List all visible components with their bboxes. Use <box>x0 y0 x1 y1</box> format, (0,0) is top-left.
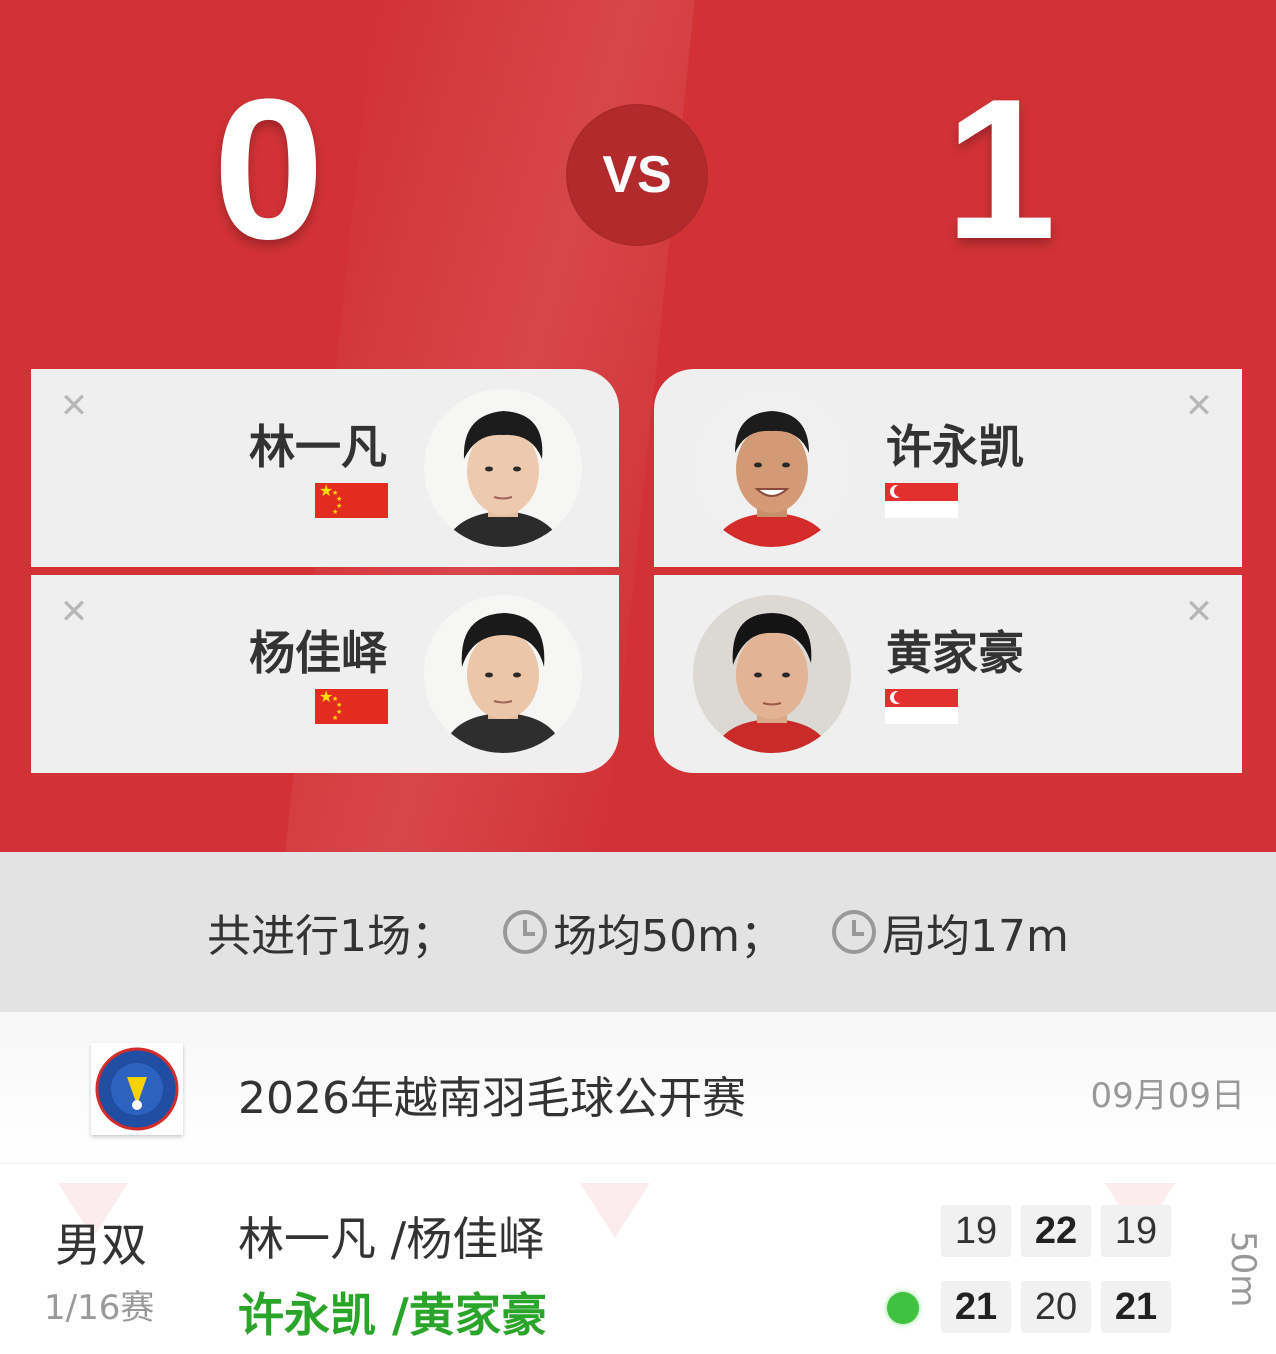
average-match-duration: 场均50m； <box>553 911 784 962</box>
team-a-game-1-score: 19 <box>941 1205 1011 1257</box>
vs-badge: VS <box>566 104 708 246</box>
team-b-names: 许永凯 /黄家豪 <box>238 1288 547 1342</box>
close-icon[interactable]: ✕ <box>1184 389 1214 423</box>
tournament-header[interactable]: 2026年越南羽毛球公开赛 09月09日 <box>0 1012 1276 1164</box>
close-icon[interactable]: ✕ <box>59 389 89 423</box>
clock-icon <box>832 910 876 954</box>
player-avatar[interactable] <box>424 595 582 753</box>
team-b-game-1-score: 21 <box>941 1281 1011 1333</box>
tournament-title: 2026年越南羽毛球公开赛 <box>238 1073 746 1124</box>
average-game-duration: 局均17m <box>882 911 1069 962</box>
close-icon[interactable]: ✕ <box>59 595 89 629</box>
player-avatar[interactable] <box>424 389 582 547</box>
player-card-lin-yifan[interactable]: ✕ 林一凡 ★ ★ ★ ★ ★ <box>31 369 619 567</box>
match-round: 1/16赛 <box>44 1288 155 1328</box>
tournament-date: 09月09日 <box>1090 1076 1245 1116</box>
scoreboard-hero: 0 VS 1 ✕ 林一凡 ★ ★ ★ ★ ★ ✕ 杨佳峄 ★ ★ ★ ★ ★ ✕… <box>0 0 1276 852</box>
badminton-watermark-icon <box>580 1183 650 1238</box>
event-type: 男双 <box>55 1218 147 1272</box>
singapore-flag-icon <box>885 689 958 724</box>
team-a-game-3-score: 19 <box>1101 1205 1171 1257</box>
team-b-game-3-score: 21 <box>1101 1281 1171 1333</box>
close-icon[interactable]: ✕ <box>1184 595 1214 629</box>
china-flag-icon: ★ ★ ★ ★ ★ <box>315 689 388 724</box>
left-team-score: 0 <box>213 58 325 281</box>
player-name: 许永凯 <box>886 420 1024 474</box>
team-a-names: 林一凡 /杨佳峄 <box>238 1212 545 1266</box>
china-flag-icon: ★ ★ ★ ★ ★ <box>315 483 388 518</box>
winner-indicator-icon <box>887 1292 919 1324</box>
player-name: 林一凡 <box>249 420 387 474</box>
head-to-head-stats: 共进行1场； 场均50m； 局均17m <box>0 852 1276 1012</box>
player-name: 黄家豪 <box>886 626 1024 680</box>
singapore-flag-icon <box>885 483 958 518</box>
team-a-game-2-score: 22 <box>1021 1205 1091 1257</box>
player-card-xu-yongkai[interactable]: ✕ 许永凯 <box>654 369 1242 567</box>
player-card-yang-jiayi[interactable]: ✕ 杨佳峄 ★ ★ ★ ★ ★ <box>31 575 619 773</box>
matches-played: 共进行1场； <box>207 911 456 962</box>
player-name: 杨佳峄 <box>249 626 387 680</box>
player-avatar[interactable] <box>693 389 851 547</box>
match-duration: 50m <box>1223 1231 1263 1308</box>
match-row[interactable]: 男双 1/16赛 林一凡 /杨佳峄 许永凯 /黄家豪 19 22 19 21 2… <box>0 1165 1276 1354</box>
player-avatar[interactable] <box>693 595 851 753</box>
team-b-game-2-score: 20 <box>1021 1281 1091 1333</box>
clock-icon <box>503 910 548 954</box>
tournament-logo <box>91 1043 183 1135</box>
right-team-score: 1 <box>945 58 1057 281</box>
player-card-huang-jiahao[interactable]: ✕ 黄家豪 <box>654 575 1242 773</box>
